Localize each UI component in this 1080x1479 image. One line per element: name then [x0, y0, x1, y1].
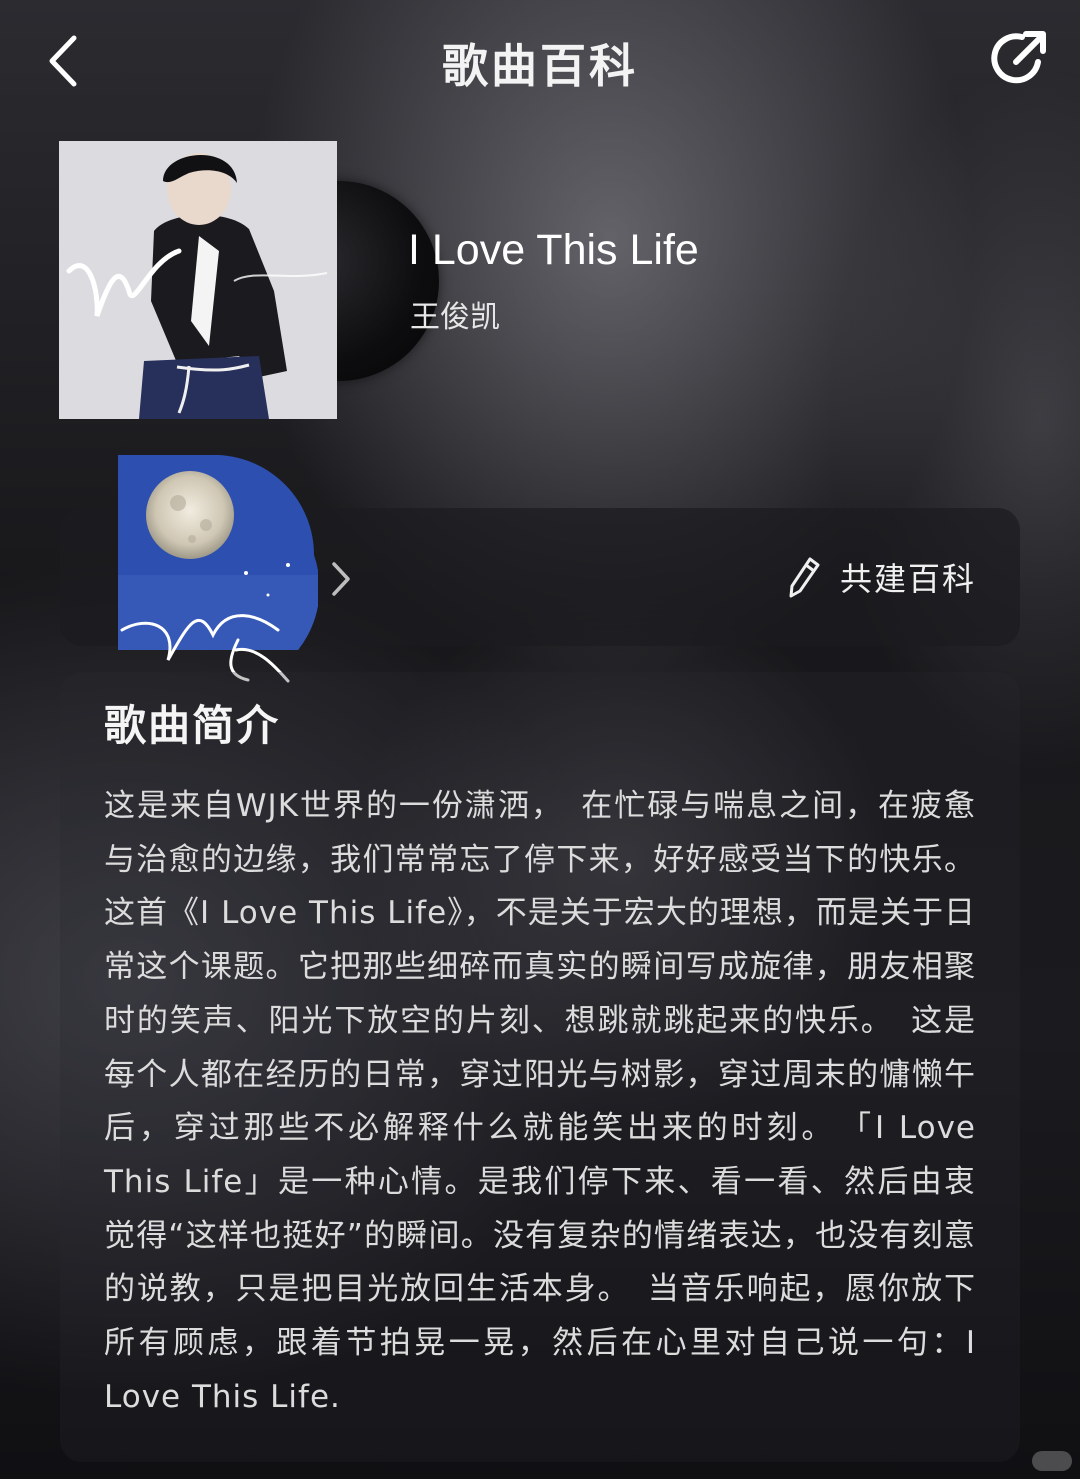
- chevron-right-icon: [332, 562, 350, 596]
- intro-text: 这是来自WJK世界的一份潇洒， 在忙碌与喘息之间，在疲惫与治愈的边缘，我们常常忘…: [104, 788, 976, 1415]
- album-cover: [59, 141, 337, 419]
- pencil-icon: [789, 557, 820, 598]
- page-title: 歌曲百科: [442, 39, 638, 93]
- section-title-intro: 歌曲简介: [104, 701, 281, 750]
- contribute-wiki-button[interactable]: 共建百科: [786, 552, 976, 602]
- top-bar: 歌曲百科: [0, 0, 1080, 120]
- share-icon: [991, 31, 1046, 84]
- album-cover-art: [59, 141, 337, 419]
- song-artist[interactable]: 王俊凯: [410, 292, 500, 336]
- moon-icon: [118, 455, 318, 683]
- share-button[interactable]: [986, 26, 1052, 92]
- expand-button[interactable]: [326, 556, 356, 602]
- cover-moon-art[interactable]: [118, 455, 318, 685]
- watermark-badge: [1032, 1451, 1072, 1471]
- song-title: I Love This Life: [408, 226, 699, 274]
- album-art-group[interactable]: [59, 141, 439, 419]
- contribute-label: 共建百科: [839, 560, 976, 598]
